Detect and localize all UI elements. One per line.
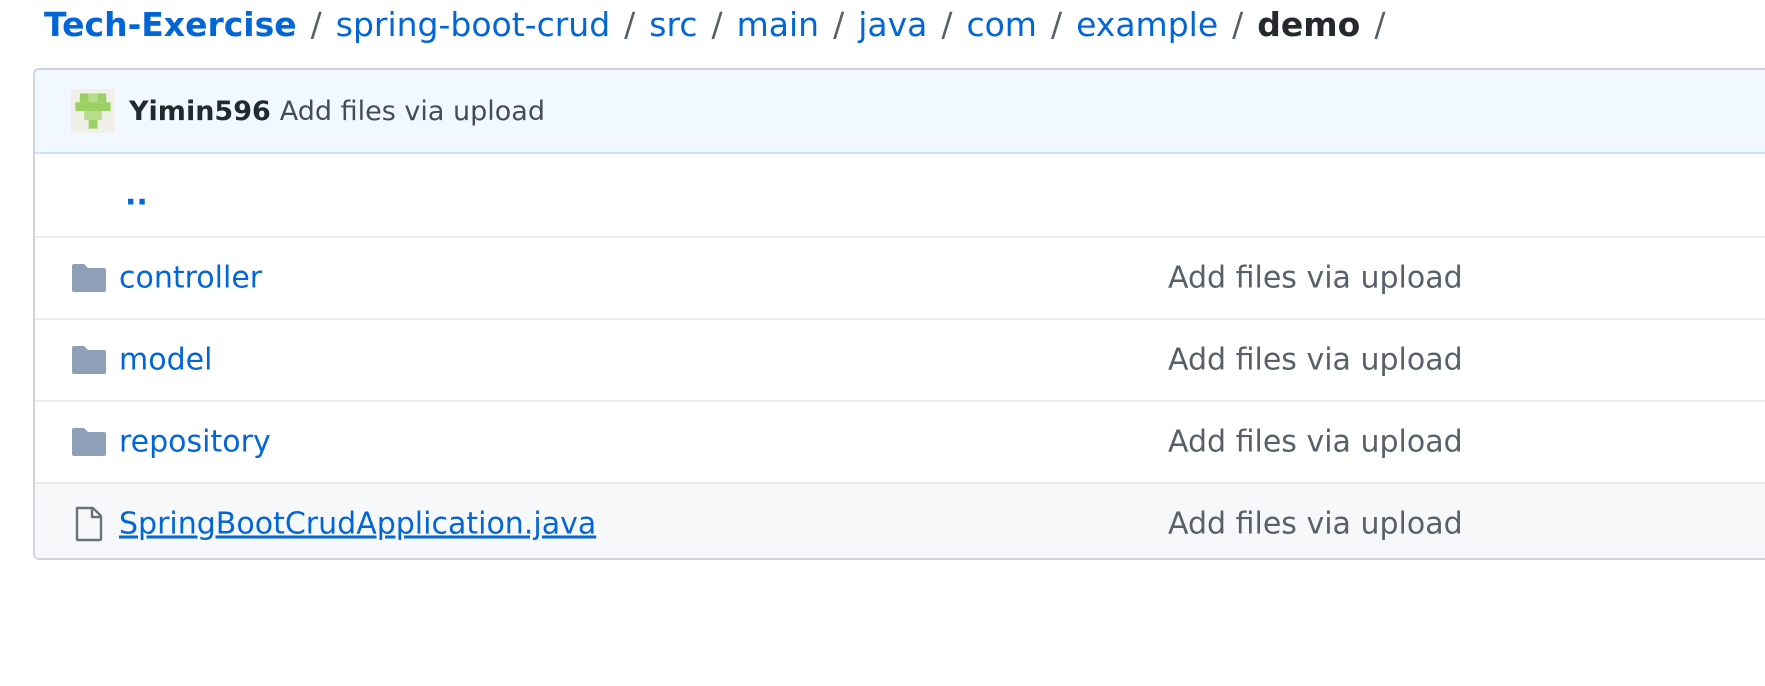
- commit-message-link[interactable]: Add files via upload: [1168, 425, 1463, 460]
- commit-message-link[interactable]: Add files via upload: [1168, 261, 1463, 296]
- breadcrumb-link-main[interactable]: main: [737, 5, 819, 44]
- breadcrumb-separator: /: [624, 4, 636, 44]
- avatar[interactable]: [71, 89, 115, 133]
- parent-dir-link[interactable]: ..: [125, 178, 148, 213]
- identicon-icon: [71, 89, 115, 133]
- breadcrumb: Tech-Exercise / spring-boot-crud / src /…: [44, 0, 1399, 48]
- breadcrumb-current: demo: [1257, 4, 1361, 44]
- file-name-link[interactable]: model: [119, 343, 212, 378]
- file-name-link[interactable]: SpringBootCrudApplication.java: [119, 507, 596, 542]
- breadcrumb-separator: /: [1050, 4, 1063, 44]
- breadcrumb-link-example[interactable]: example: [1076, 5, 1218, 44]
- breadcrumb-link-com[interactable]: com: [966, 5, 1036, 44]
- commit-message-link[interactable]: Add files via upload: [1168, 343, 1463, 378]
- folder-icon: [69, 424, 109, 460]
- commit-message[interactable]: Add files via upload: [280, 96, 545, 127]
- breadcrumb-separator: /: [310, 4, 322, 44]
- breadcrumb-separator: /: [941, 4, 953, 44]
- table-row[interactable]: model Add files via upload: [35, 318, 1765, 400]
- table-row[interactable]: SpringBootCrudApplication.java Add files…: [35, 482, 1765, 558]
- file-list: Yimin596 Add files via upload .. control…: [33, 68, 1765, 560]
- breadcrumb-separator: /: [1374, 4, 1386, 44]
- parent-dir-row[interactable]: ..: [35, 154, 1765, 236]
- breadcrumb-separator: /: [1232, 4, 1244, 44]
- latest-commit-bar: Yimin596 Add files via upload: [35, 70, 1765, 154]
- table-row[interactable]: controller Add files via upload: [35, 236, 1765, 318]
- breadcrumb-link-java[interactable]: java: [858, 5, 927, 44]
- file-name-link[interactable]: repository: [119, 425, 271, 460]
- table-row[interactable]: repository Add files via upload: [35, 400, 1765, 482]
- breadcrumb-link-src[interactable]: src: [649, 5, 697, 44]
- commit-author[interactable]: Yimin596: [129, 96, 271, 127]
- folder-icon: [69, 260, 109, 296]
- breadcrumb-separator: /: [711, 4, 723, 44]
- breadcrumb-repo-link[interactable]: Tech-Exercise: [44, 5, 297, 44]
- file-name-link[interactable]: controller: [119, 261, 262, 296]
- breadcrumb-link-spring-boot-crud[interactable]: spring-boot-crud: [336, 5, 610, 44]
- folder-icon: [69, 342, 109, 378]
- breadcrumb-separator: /: [833, 4, 845, 44]
- commit-message-link[interactable]: Add files via upload: [1168, 507, 1463, 542]
- file-icon: [69, 506, 109, 542]
